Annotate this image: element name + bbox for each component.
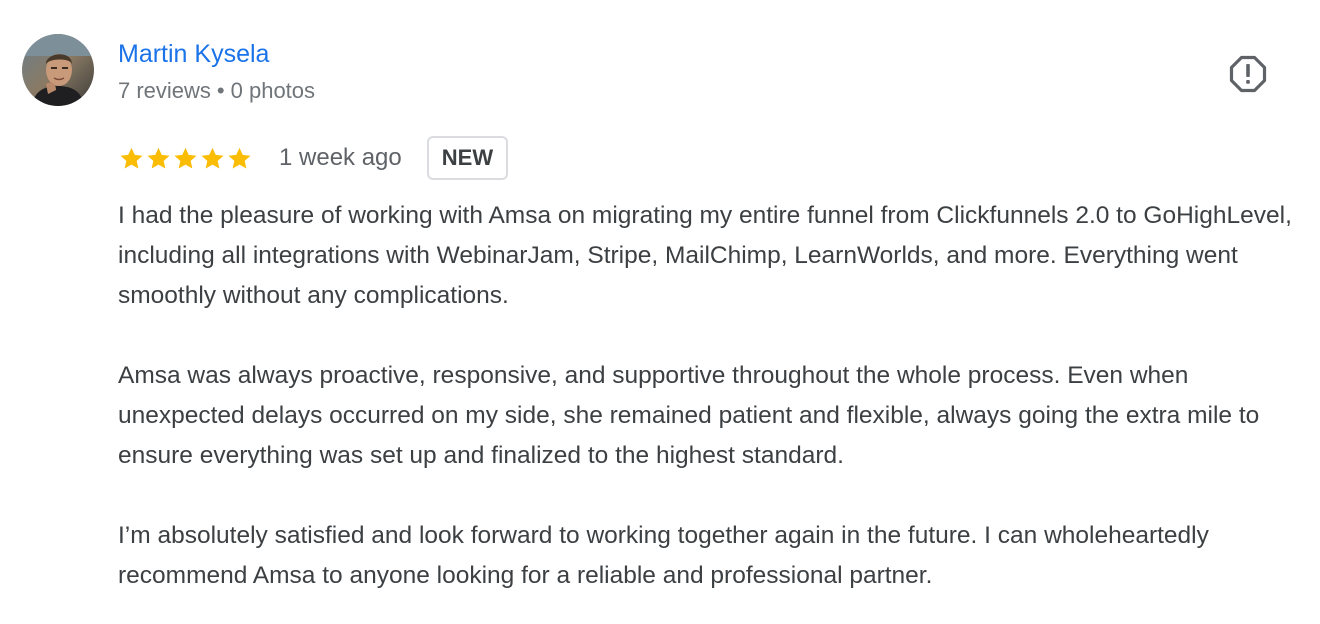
star-rating: [118, 145, 253, 172]
rating-row: 1 week ago NEW: [118, 134, 509, 182]
reviewer-avatar[interactable]: [22, 34, 94, 106]
new-badge: NEW: [426, 136, 509, 180]
star-icon: [120, 147, 143, 169]
photos-count: 0 photos: [230, 78, 316, 103]
star-icon: [174, 147, 197, 169]
review-text: I had the pleasure of working with Amsa …: [118, 196, 1308, 596]
star-icon: [147, 147, 170, 169]
review-paragraph: I’m absolutely satisfied and look forwar…: [118, 522, 1209, 589]
star-icon: [228, 147, 251, 169]
report-review-button[interactable]: [1226, 52, 1270, 96]
reviews-count: 7 reviews: [118, 78, 211, 103]
avatar-image: [22, 34, 94, 106]
reviewer-meta: 7 reviews • 0 photos: [118, 76, 315, 106]
report-flag-icon: [1229, 55, 1267, 93]
star-icon: [201, 147, 224, 169]
review-paragraph: I had the pleasure of working with Amsa …: [118, 202, 1292, 309]
review-paragraph: Amsa was always proactive, responsive, a…: [118, 362, 1260, 469]
reviewer-name-link[interactable]: Martin Kysela: [118, 38, 269, 70]
meta-separator: •: [216, 78, 225, 103]
review-time: 1 week ago: [279, 144, 402, 171]
review-card: Martin Kysela 7 reviews • 0 photos 1 week …: [0, 0, 1320, 624]
